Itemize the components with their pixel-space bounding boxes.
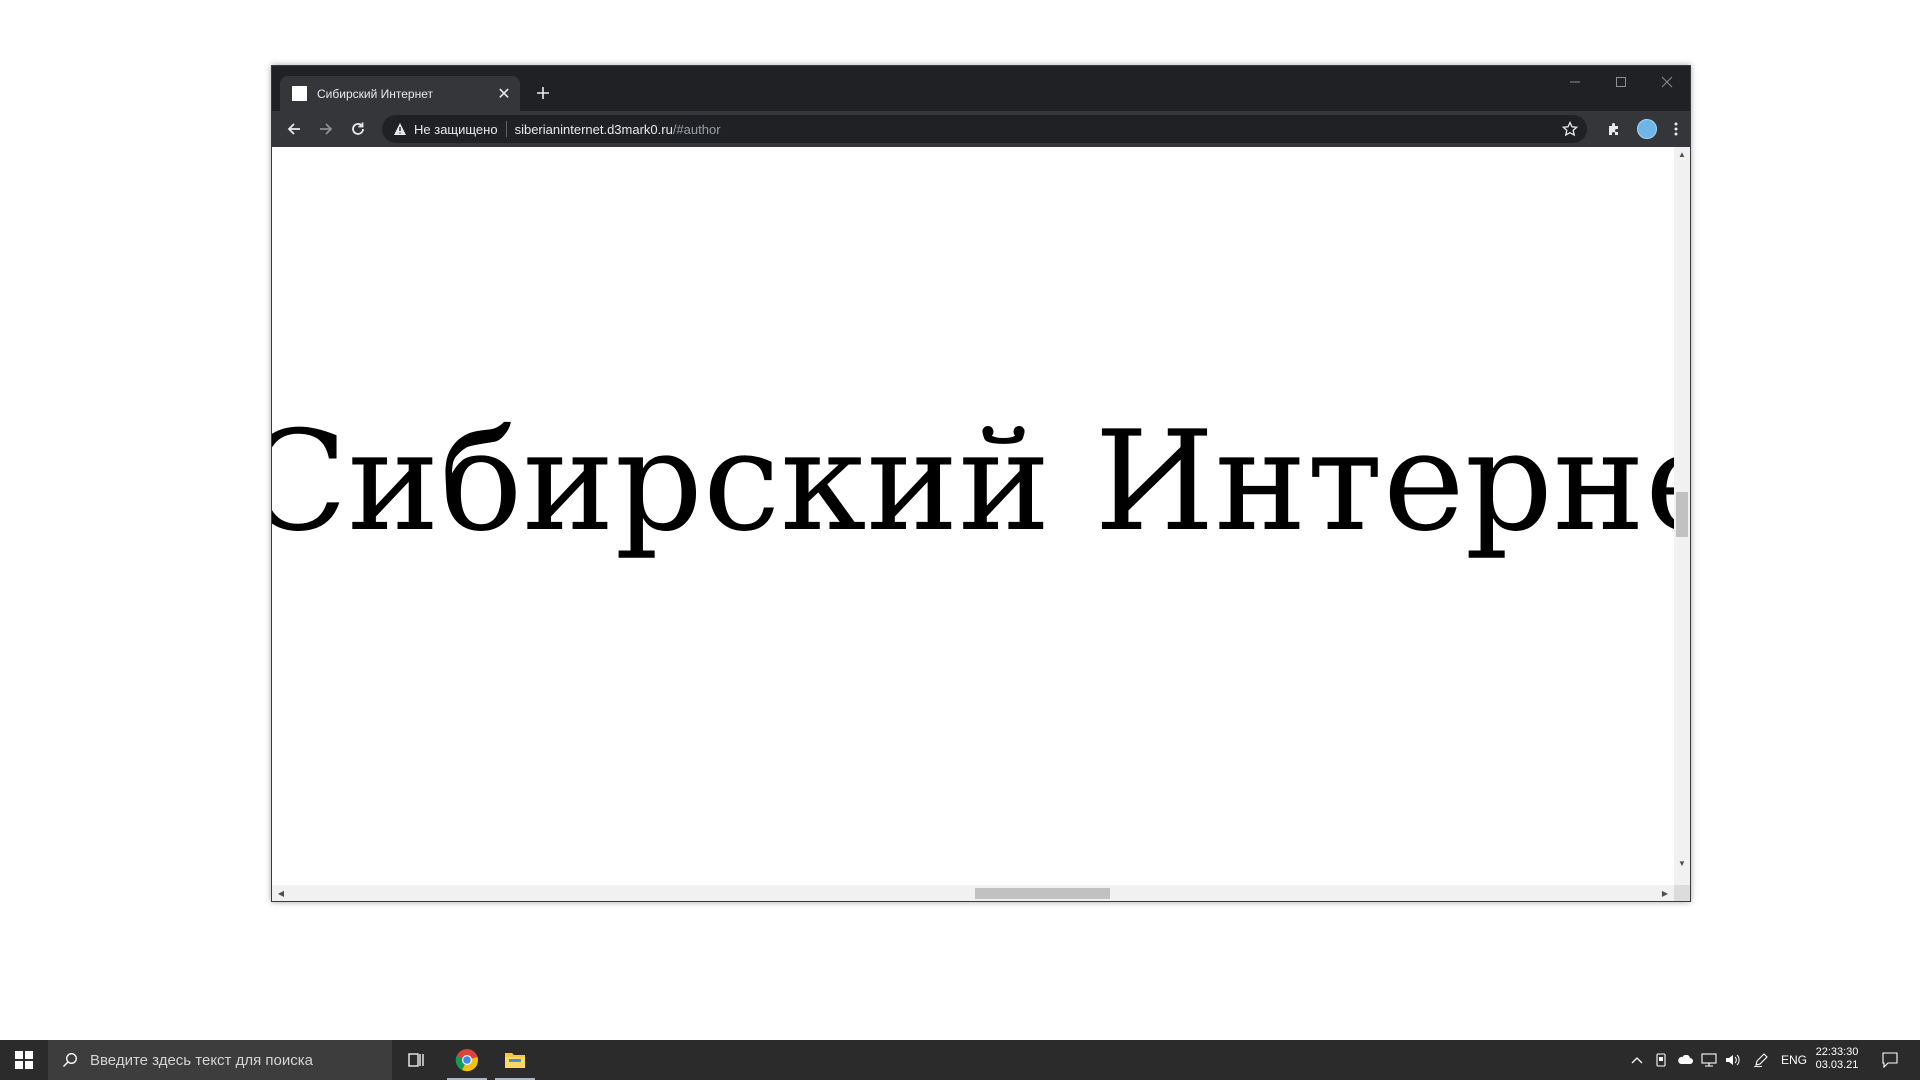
- close-icon: [1661, 76, 1673, 88]
- horizontal-scrollbar[interactable]: ◀ ▶: [272, 885, 1674, 901]
- taskbar-search-box[interactable]: Введите здесь текст для поиска: [48, 1040, 392, 1080]
- task-view-button[interactable]: [392, 1040, 440, 1080]
- tab-title: Сибирский Интернет: [317, 86, 433, 101]
- reload-icon: [352, 122, 364, 135]
- arrow-right-icon: [320, 123, 333, 135]
- clock-date: 03.03.21: [1815, 1059, 1859, 1071]
- start-button[interactable]: [0, 1040, 48, 1080]
- scroll-right-icon[interactable]: ▶: [1658, 885, 1672, 901]
- page-headline: Сибирский Интернет: [272, 401, 1674, 562]
- minimize-button[interactable]: [1552, 66, 1598, 98]
- network-icon: [1701, 1053, 1717, 1067]
- scroll-up-icon[interactable]: ▲: [1674, 147, 1690, 161]
- maximize-button[interactable]: [1598, 66, 1644, 98]
- taskbar-app-chrome[interactable]: [443, 1040, 491, 1080]
- security-label[interactable]: Не защищено: [414, 122, 498, 137]
- scrollbar-corner: [1674, 885, 1690, 901]
- horizontal-scroll-thumb[interactable]: [975, 888, 1110, 899]
- clock-time: 22:33:30: [1815, 1046, 1859, 1058]
- volume-icon: [1726, 1054, 1740, 1066]
- close-window-button[interactable]: [1644, 66, 1690, 98]
- tab-close-icon[interactable]: ✕: [494, 84, 514, 104]
- avatar: [1637, 119, 1657, 139]
- reload-button[interactable]: [346, 117, 370, 141]
- tray-overflow-button[interactable]: [1626, 1040, 1648, 1080]
- browser-window: Сибирский Интернет ✕ Не защищено siberia…: [271, 65, 1691, 902]
- menu-button[interactable]: [1664, 117, 1688, 141]
- forward-button[interactable]: [314, 117, 338, 141]
- puzzle-icon: [1609, 123, 1618, 135]
- scroll-down-icon[interactable]: ▼: [1674, 856, 1690, 870]
- taskbar-app-explorer[interactable]: [491, 1040, 539, 1080]
- profile-button[interactable]: [1635, 117, 1659, 141]
- tray-language[interactable]: ENG: [1778, 1040, 1810, 1080]
- tab-active[interactable]: Сибирский Интернет ✕: [280, 76, 520, 111]
- maximize-icon: [1616, 77, 1626, 87]
- pen-icon: [1753, 1053, 1768, 1068]
- extensions-button[interactable]: [1602, 117, 1626, 141]
- url-path: /#author: [672, 121, 721, 137]
- task-view-icon: [408, 1053, 424, 1067]
- chevron-up-icon: [1631, 1057, 1643, 1064]
- warning-icon[interactable]: [392, 121, 408, 137]
- vertical-scrollbar[interactable]: ▲ ▼: [1674, 147, 1690, 886]
- tray-volume-button[interactable]: [1722, 1040, 1744, 1080]
- search-placeholder: Введите здесь текст для поиска: [90, 1051, 313, 1069]
- browser-toolbar: Не защищено siberianinternet.d3mark0.ru /…: [272, 111, 1690, 147]
- kebab-icon: [1674, 122, 1678, 136]
- notification-icon: [1882, 1052, 1898, 1068]
- address-bar[interactable]: Не защищено siberianinternet.d3mark0.ru /…: [382, 115, 1587, 143]
- windows-logo-icon: [15, 1051, 33, 1069]
- tray-network-button[interactable]: [1698, 1040, 1720, 1080]
- bookmark-star-icon[interactable]: [1561, 120, 1579, 138]
- address-separator: [505, 121, 507, 137]
- tray-pen-button[interactable]: [1750, 1040, 1772, 1080]
- device-icon: [1656, 1053, 1666, 1067]
- tray-onedrive-button[interactable]: [1674, 1040, 1696, 1080]
- folder-icon: [505, 1053, 525, 1068]
- cloud-icon: [1678, 1055, 1693, 1064]
- back-button[interactable]: [282, 117, 306, 141]
- plus-icon: [537, 87, 549, 99]
- chrome-icon: [455, 1049, 478, 1072]
- arrow-left-icon: [287, 123, 300, 135]
- favicon-icon: [292, 86, 307, 101]
- url-host: siberianinternet.d3mark0.ru: [514, 121, 673, 137]
- page-content: Сибирский Интернет: [272, 147, 1674, 886]
- scroll-left-icon[interactable]: ◀: [274, 885, 288, 901]
- search-icon: [60, 1050, 80, 1070]
- new-tab-button[interactable]: [530, 80, 556, 106]
- minimize-icon: [1570, 81, 1580, 83]
- notifications-button[interactable]: [1872, 1040, 1908, 1080]
- vertical-scroll-thumb[interactable]: [1676, 492, 1688, 537]
- browser-titlebar: Сибирский Интернет ✕: [272, 66, 1690, 111]
- tray-device-button[interactable]: [1650, 1040, 1672, 1080]
- taskbar: Введите здесь текст для поиска ENG 22:33…: [0, 1040, 1920, 1080]
- taskbar-clock[interactable]: 22:33:30 03.03.21: [1812, 1046, 1862, 1072]
